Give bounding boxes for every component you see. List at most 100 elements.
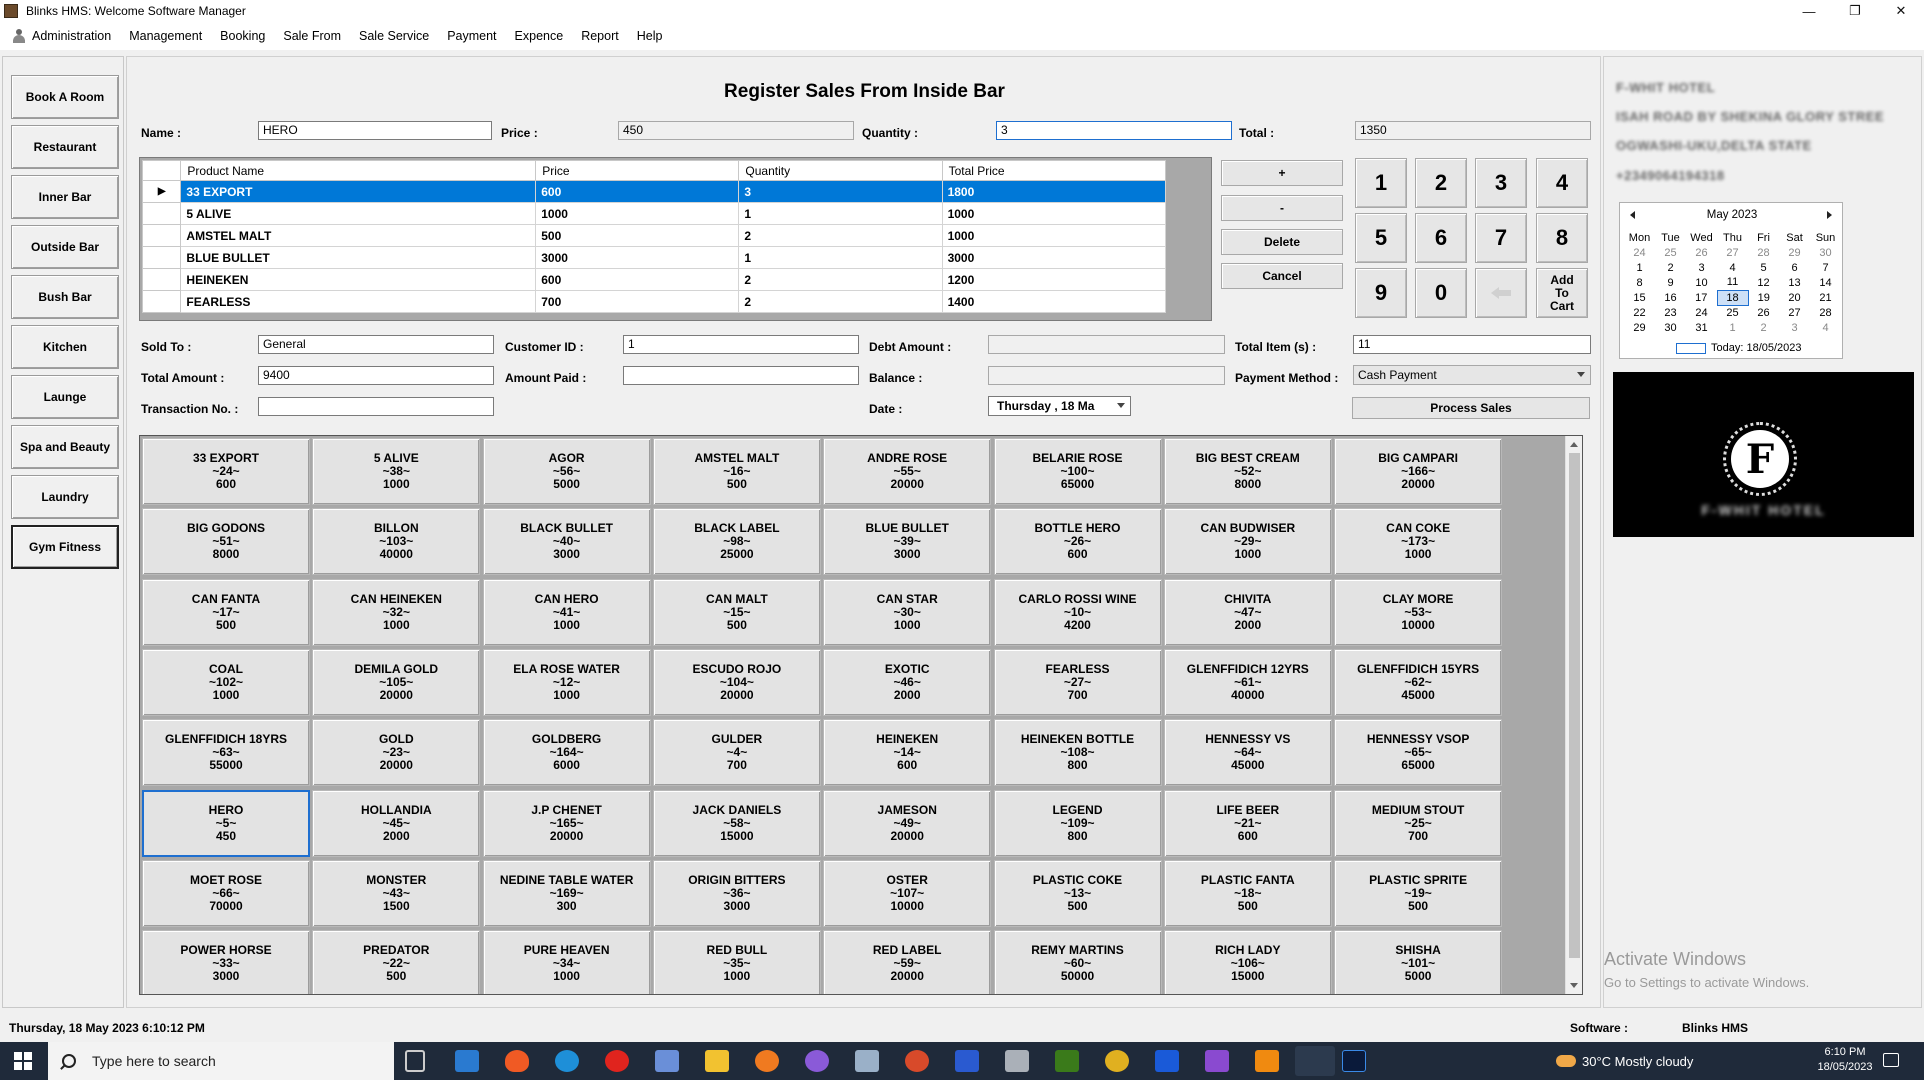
col-header-quantity[interactable]: Quantity — [738, 160, 943, 181]
notifications-icon[interactable] — [1883, 1053, 1899, 1067]
calendar-day[interactable]: 11 — [1717, 275, 1748, 290]
scroll-up-icon[interactable] — [1570, 442, 1578, 447]
product-button[interactable]: AMSTEL MALT ~16~ 500 — [652, 438, 821, 505]
product-button[interactable]: CLAY MORE ~53~ 10000 — [1334, 578, 1503, 646]
calendar-day[interactable]: 16 — [1655, 290, 1686, 305]
product-button[interactable]: JAMESON ~49~ 20000 — [823, 789, 992, 857]
chevron-right-icon[interactable] — [1827, 211, 1832, 219]
product-button[interactable]: CAN MALT ~15~ 500 — [652, 578, 821, 646]
product-button[interactable]: PLASTIC FANTA ~18~ 500 — [1163, 859, 1332, 927]
calendar-day[interactable]: 10 — [1686, 275, 1717, 290]
product-button[interactable]: BOTTLE HERO ~26~ 600 — [993, 508, 1162, 576]
numpad-key-5[interactable]: 5 — [1355, 213, 1407, 263]
calendar-day[interactable]: 20 — [1779, 290, 1810, 305]
dreamweaver-icon[interactable] — [1055, 1050, 1079, 1072]
product-button[interactable]: BELARIE ROSE ~100~ 65000 — [993, 438, 1162, 505]
menu-sale-service[interactable]: Sale Service — [350, 22, 438, 50]
powershell-icon[interactable] — [955, 1050, 979, 1072]
sidebar-item-bush-bar[interactable]: Bush Bar — [11, 275, 119, 319]
calendar-day[interactable]: 30 — [1655, 320, 1686, 335]
add-to-cart-button[interactable]: Add To Cart — [1536, 268, 1588, 318]
product-button[interactable]: BLUE BULLET ~39~ 3000 — [823, 508, 992, 576]
minimize-button[interactable]: — — [1786, 0, 1832, 22]
calendar-day[interactable]: 2 — [1748, 320, 1779, 335]
product-button[interactable]: LEGEND ~109~ 800 — [993, 789, 1162, 857]
product-button[interactable]: NEDINE TABLE WATER ~169~ 300 — [482, 859, 651, 927]
numpad-key-3[interactable]: 3 — [1475, 158, 1527, 208]
menu-administration[interactable]: Administration — [0, 22, 120, 50]
calendar-day[interactable]: 25 — [1655, 245, 1686, 260]
product-button[interactable]: PLASTIC COKE ~13~ 500 — [993, 859, 1162, 927]
calendar-day[interactable]: 13 — [1779, 275, 1810, 290]
scroll-down-icon[interactable] — [1570, 983, 1578, 988]
product-button[interactable]: MEDIUM STOUT ~25~ 700 — [1334, 789, 1503, 857]
calendar-day[interactable]: 6 — [1779, 260, 1810, 275]
calendar-day[interactable]: 4 — [1810, 320, 1841, 335]
name-field[interactable]: HERO — [258, 121, 492, 140]
numpad-key-0[interactable]: 0 — [1415, 268, 1467, 318]
sidebar-item-inner-bar[interactable]: Inner Bar — [11, 175, 119, 219]
product-button[interactable]: MOET ROSE ~66~ 70000 — [142, 859, 310, 927]
backspace-button[interactable] — [1475, 268, 1527, 318]
menu-management[interactable]: Management — [120, 22, 211, 50]
product-button[interactable]: EXOTIC ~46~ 2000 — [823, 648, 992, 716]
product-button[interactable]: JACK DANIELS ~58~ 15000 — [652, 789, 821, 857]
calendar-day[interactable]: 3 — [1686, 260, 1717, 275]
product-button[interactable]: POWER HORSE ~33~ 3000 — [142, 930, 310, 994]
sidebar-item-launge[interactable]: Launge — [11, 375, 119, 419]
product-button[interactable]: BILLON ~103~ 40000 — [312, 508, 481, 576]
visual-studio-icon[interactable] — [1205, 1050, 1229, 1072]
cancel-button[interactable]: Cancel — [1221, 263, 1343, 289]
numpad-key-7[interactable]: 7 — [1475, 213, 1527, 263]
calendar-day[interactable]: 28 — [1810, 305, 1841, 320]
total-items-field[interactable]: 11 — [1353, 335, 1591, 354]
calendar-day[interactable]: 26 — [1686, 245, 1717, 260]
calendar-day[interactable]: 8 — [1624, 275, 1655, 290]
product-button[interactable]: AGOR ~56~ 5000 — [482, 438, 651, 505]
cart-row[interactable]: 5 ALIVE 1000 1 1000 — [141, 202, 1167, 225]
product-button[interactable]: BLACK BULLET ~40~ 3000 — [482, 508, 651, 576]
close-button[interactable]: ✕ — [1878, 0, 1924, 22]
vertical-scrollbar[interactable] — [1565, 436, 1582, 994]
product-button[interactable]: SHISHA ~101~ 5000 — [1334, 930, 1503, 994]
calendar-day[interactable]: 25 — [1717, 305, 1748, 320]
menu-report[interactable]: Report — [572, 22, 628, 50]
sold-to-field[interactable]: General — [258, 335, 494, 354]
menu-sale-from[interactable]: Sale From — [274, 22, 350, 50]
price-field[interactable]: 450 — [618, 121, 854, 140]
delete-button[interactable]: Delete — [1221, 229, 1343, 255]
calendar-day[interactable]: 7 — [1810, 260, 1841, 275]
product-button[interactable]: PURE HEAVEN ~34~ 1000 — [482, 930, 651, 994]
calendar-day[interactable]: 31 — [1686, 320, 1717, 335]
menu-help[interactable]: Help — [628, 22, 672, 50]
app-icon-red[interactable] — [905, 1050, 929, 1072]
calendar-day[interactable]: 2 — [1655, 260, 1686, 275]
payment-method-select[interactable]: Cash Payment — [1353, 365, 1591, 385]
thunder-app-icon[interactable] — [1155, 1050, 1179, 1072]
calendar-day[interactable]: 17 — [1686, 290, 1717, 305]
product-button[interactable]: CAN STAR ~30~ 1000 — [823, 578, 992, 646]
product-button[interactable]: CARLO ROSSI WINE ~10~ 4200 — [993, 578, 1162, 646]
calendar-day[interactable]: 28 — [1748, 245, 1779, 260]
product-button[interactable]: BIG BEST CREAM ~52~ 8000 — [1163, 438, 1332, 505]
menu-expence[interactable]: Expence — [506, 22, 573, 50]
col-header-total-price[interactable]: Total Price — [941, 160, 1167, 181]
calendar-day[interactable]: 1 — [1717, 320, 1748, 335]
calendar-day[interactable]: 30 — [1810, 245, 1841, 260]
product-button[interactable]: DEMILA GOLD ~105~ 20000 — [312, 648, 481, 716]
product-button[interactable]: HENNESSY VS ~64~ 45000 — [1163, 719, 1332, 787]
product-button[interactable]: RICH LADY ~106~ 15000 — [1163, 930, 1332, 994]
product-button[interactable]: HEINEKEN ~14~ 600 — [823, 719, 992, 787]
sidebar-item-laundry[interactable]: Laundry — [11, 475, 119, 519]
cart-row[interactable]: BLUE BULLET 3000 1 3000 — [141, 246, 1167, 269]
calendar-day[interactable]: 12 — [1748, 275, 1779, 290]
product-button[interactable]: GULDER ~4~ 700 — [652, 719, 821, 787]
taskbar-search[interactable]: Type here to search — [48, 1042, 394, 1080]
product-button[interactable]: ORIGIN BITTERS ~36~ 3000 — [652, 859, 821, 927]
product-button[interactable]: RED BULL ~35~ 1000 — [652, 930, 821, 994]
product-button[interactable]: CAN BUDWISER ~29~ 1000 — [1163, 508, 1332, 576]
product-button[interactable]: FEARLESS ~27~ 700 — [993, 648, 1162, 716]
balance-field[interactable] — [988, 366, 1225, 385]
month-calendar[interactable]: May 2023 Mon Tue Wed Thu Fri Sat Sun 24 … — [1619, 202, 1843, 359]
numpad-key-4[interactable]: 4 — [1536, 158, 1588, 208]
